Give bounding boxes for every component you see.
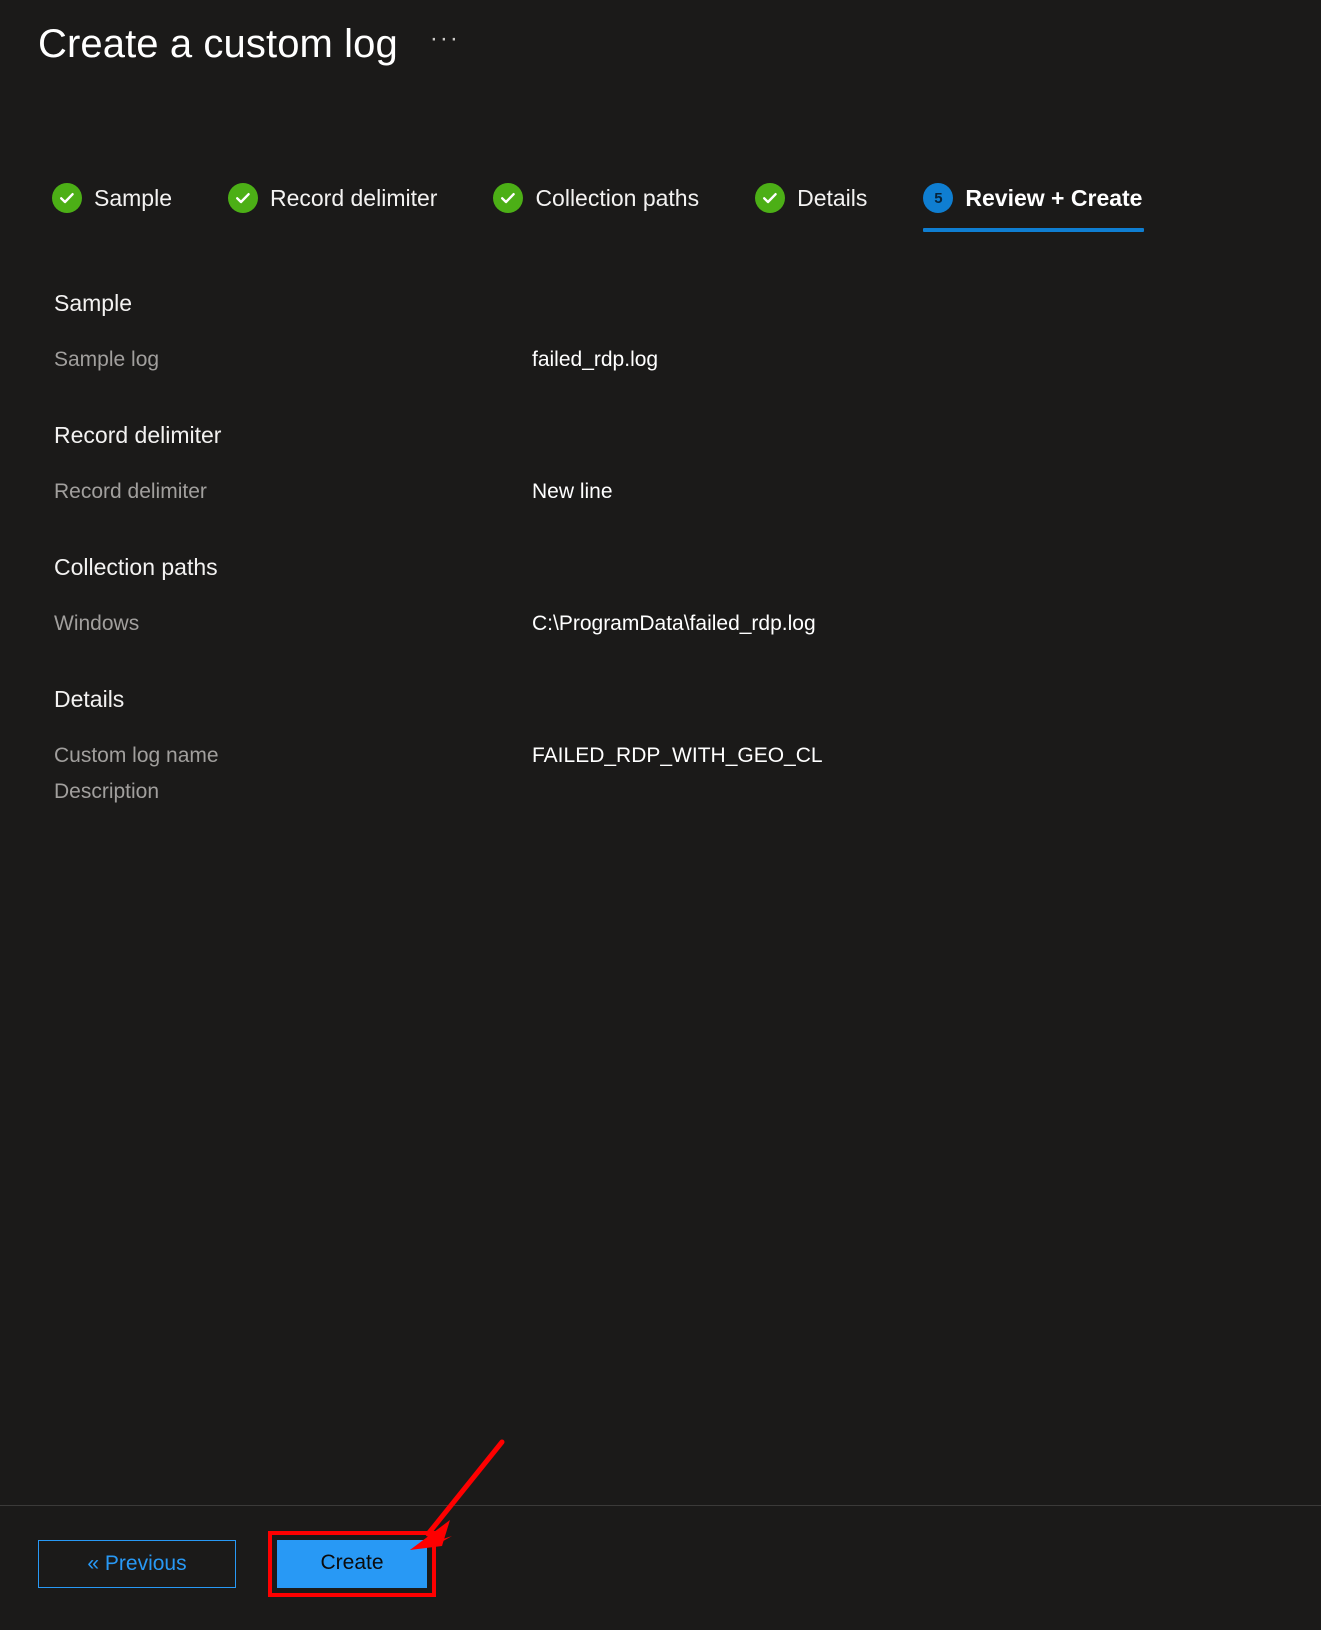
check-icon xyxy=(755,183,786,213)
tab-record-delimiter[interactable]: Record delimiter xyxy=(227,172,438,224)
row-value: FAILED_RDP_WITH_GEO_CL xyxy=(532,744,823,767)
summary-row: Sample log failed_rdp.log xyxy=(54,342,1281,378)
section-heading: Details xyxy=(54,686,125,712)
wizard-tab-strip: Sample Record delimiter Collection paths… xyxy=(52,172,1275,234)
row-value: New line xyxy=(532,480,613,503)
section-record-delimiter: Record delimiter Record delimiter New li… xyxy=(54,418,1281,510)
summary-row: Record delimiter New line xyxy=(54,474,1281,510)
section-heading: Sample xyxy=(54,290,132,316)
more-options-icon[interactable]: ··· xyxy=(424,23,466,65)
tab-label: Details xyxy=(797,185,868,211)
summary-row: Description xyxy=(54,774,1281,810)
row-label: Custom log name xyxy=(54,744,219,767)
tab-details[interactable]: Details xyxy=(755,172,867,224)
previous-button[interactable]: « Previous xyxy=(38,1540,236,1588)
check-icon xyxy=(52,183,82,213)
row-value: failed_rdp.log xyxy=(532,348,659,371)
active-tab-underline xyxy=(923,228,1145,232)
summary-row: Windows C:\ProgramData\failed_rdp.log xyxy=(54,606,1281,642)
section-collection-paths: Collection paths Windows C:\ProgramData\… xyxy=(54,550,1281,642)
tab-review-create[interactable]: 5 Review + Create xyxy=(923,172,1145,232)
section-heading: Collection paths xyxy=(54,554,218,580)
row-label: Description xyxy=(54,780,160,803)
tab-sample[interactable]: Sample xyxy=(52,172,172,224)
row-label: Sample log xyxy=(54,348,160,371)
tab-label: Review + Create xyxy=(965,185,1143,211)
create-button-highlight: Create xyxy=(268,1531,436,1597)
tab-label: Sample xyxy=(94,185,172,211)
tab-label: Collection paths xyxy=(535,185,700,211)
create-button[interactable]: Create xyxy=(277,1540,427,1588)
page-title: Create a custom log xyxy=(38,22,398,66)
tab-label: Record delimiter xyxy=(269,185,438,211)
row-label: Windows xyxy=(54,612,140,635)
step-number-badge: 5 xyxy=(923,183,954,213)
check-icon xyxy=(493,183,524,213)
section-sample: Sample Sample log failed_rdp.log xyxy=(54,286,1281,378)
section-details: Details Custom log name FAILED_RDP_WITH_… xyxy=(54,682,1281,810)
tab-collection-paths[interactable]: Collection paths xyxy=(493,172,699,224)
footer-divider xyxy=(0,1505,1321,1506)
review-summary: Sample Sample log failed_rdp.log Record … xyxy=(54,286,1281,810)
page-header: Create a custom log ··· xyxy=(38,14,466,74)
row-value: C:\ProgramData\failed_rdp.log xyxy=(532,612,816,635)
section-heading: Record delimiter xyxy=(54,422,222,448)
summary-row: Custom log name FAILED_RDP_WITH_GEO_CL xyxy=(54,738,1281,774)
footer-actions: « Previous Create xyxy=(38,1531,436,1597)
row-label: Record delimiter xyxy=(54,480,207,503)
check-icon xyxy=(227,183,258,213)
